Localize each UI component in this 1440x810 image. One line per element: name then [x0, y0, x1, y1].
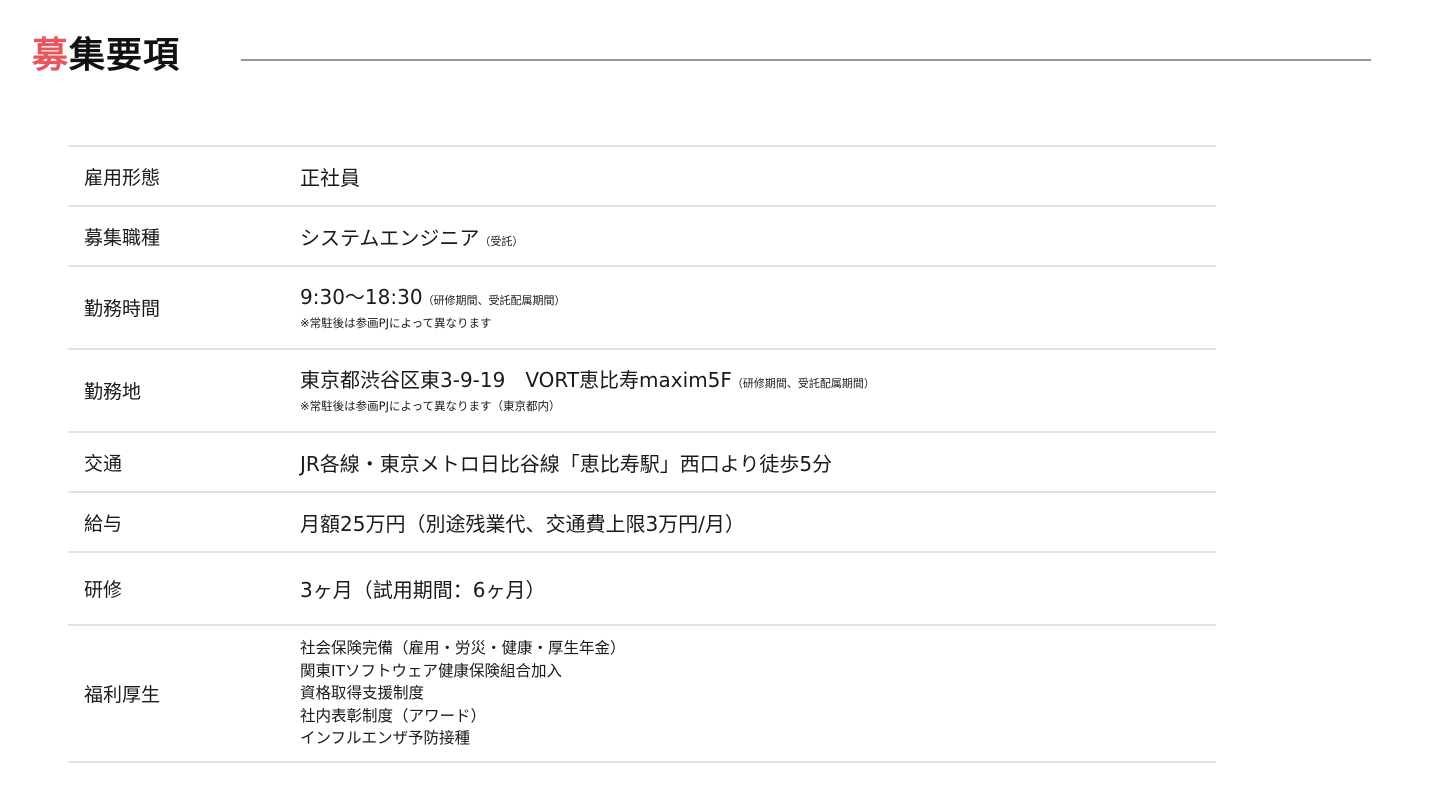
row-label: 募集職種 [84, 226, 161, 249]
benefit-item: インフルエンザ予防接種 [300, 729, 471, 748]
table-row-job-type: 募集職種 システムエンジニア（受託） [68, 207, 1216, 267]
table-row-access: 交通 JR各線・東京メトロ日比谷線「恵比寿駅」西口より徒歩5分 [68, 433, 1216, 493]
work-location-value: 東京都渋谷区東3-9-19 VORT恵比寿maxim5F [300, 368, 732, 392]
benefits-list: 社会保険完備（雇用・労災・健康・厚生年金） 関東ITソフトウェア健康保険組合加入… [300, 637, 1216, 750]
row-value: 月額25万円（別途残業代、交通費上限3万円/月） [300, 508, 1216, 537]
title-divider [241, 59, 1371, 61]
table-row-working-hours: 勤務時間 9:30〜18:30（研修期間、受託配属期間） ※常駐後は参画PJによ… [68, 267, 1216, 350]
row-label: 給与 [84, 512, 123, 535]
row-value: システムエンジニア（受託） [300, 222, 1216, 251]
training-value: 3ヶ月（試用期間：6ヶ月） [300, 578, 546, 602]
table-row-employment-type: 雇用形態 正社員 [68, 147, 1216, 207]
working-hours-value: 9:30〜18:30 [300, 285, 423, 309]
benefit-item: 関東ITソフトウェア健康保険組合加入 [300, 661, 563, 680]
table-row-work-location: 勤務地 東京都渋谷区東3-9-19 VORT恵比寿maxim5F（研修期間、受託… [68, 350, 1216, 433]
table-row-salary: 給与 月額25万円（別途残業代、交通費上限3万円/月） [68, 493, 1216, 553]
row-label: 福利厚生 [84, 684, 161, 706]
row-label: 勤務地 [84, 381, 142, 403]
row-label: 交通 [84, 452, 123, 475]
row-value: 正社員 [300, 162, 1216, 191]
work-location-suffix: （研修期間、受託配属期間） [731, 377, 875, 390]
row-value: 9:30〜18:30（研修期間、受託配属期間） ※常駐後は参画PJによって異なり… [300, 284, 1216, 331]
salary-value: 月額25万円（別途残業代、交通費上限3万円/月） [300, 511, 745, 536]
benefit-item: 社会保険完備（雇用・労災・健康・厚生年金） [300, 639, 626, 658]
row-value: 東京都渋谷区東3-9-19 VORT恵比寿maxim5F（研修期間、受託配属期間… [300, 367, 1216, 414]
requirements-table: 雇用形態 正社員 募集職種 システムエンジニア（受託） 勤務時間 9:30〜18… [68, 145, 1216, 763]
working-hours-suffix: （研修期間、受託配属期間） [422, 294, 566, 307]
table-row-benefits: 福利厚生 社会保険完備（雇用・労災・健康・厚生年金） 関東ITソフトウェア健康保… [68, 626, 1216, 763]
row-value: 3ヶ月（試用期間：6ヶ月） [300, 574, 1216, 603]
row-label: 勤務時間 [84, 298, 161, 320]
row-label: 研修 [84, 579, 123, 601]
employment-type-value: 正社員 [300, 165, 360, 190]
job-type-suffix: （受託） [479, 234, 524, 248]
benefit-item: 社内表彰制度（アワード） [300, 706, 487, 725]
working-hours-note: ※常駐後は参画PJによって異なります [300, 316, 492, 330]
benefit-item: 資格取得支援制度 [300, 684, 425, 703]
row-value: JR各線・東京メトロ日比谷線「恵比寿駅」西口より徒歩5分 [300, 448, 1216, 477]
page-title-accent: 募 [32, 35, 70, 76]
row-label: 雇用形態 [84, 166, 161, 189]
job-type-value: システムエンジニア [300, 225, 480, 250]
table-row-training: 研修 3ヶ月（試用期間：6ヶ月） [68, 553, 1216, 626]
page-title: 募集要項 [32, 34, 180, 78]
access-value: JR各線・東京メトロ日比谷線「恵比寿駅」西口より徒歩5分 [300, 451, 833, 476]
work-location-note: ※常駐後は参画PJによって異なります（東京都内） [300, 399, 561, 413]
page-title-rest: 集要項 [69, 35, 181, 76]
